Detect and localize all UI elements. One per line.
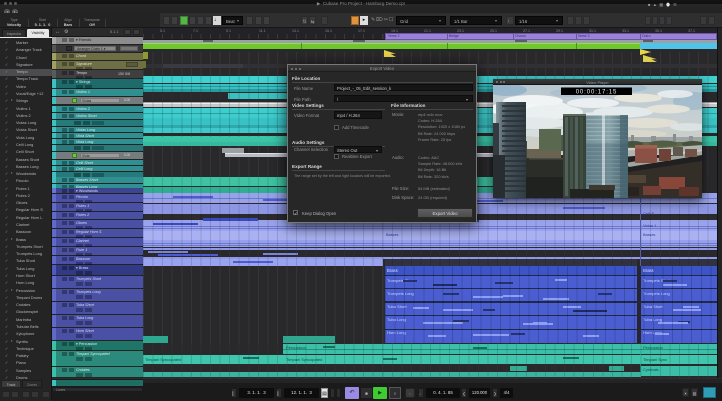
svg-text:00:00:17:15: 00:00:17:15 [576, 90, 618, 96]
